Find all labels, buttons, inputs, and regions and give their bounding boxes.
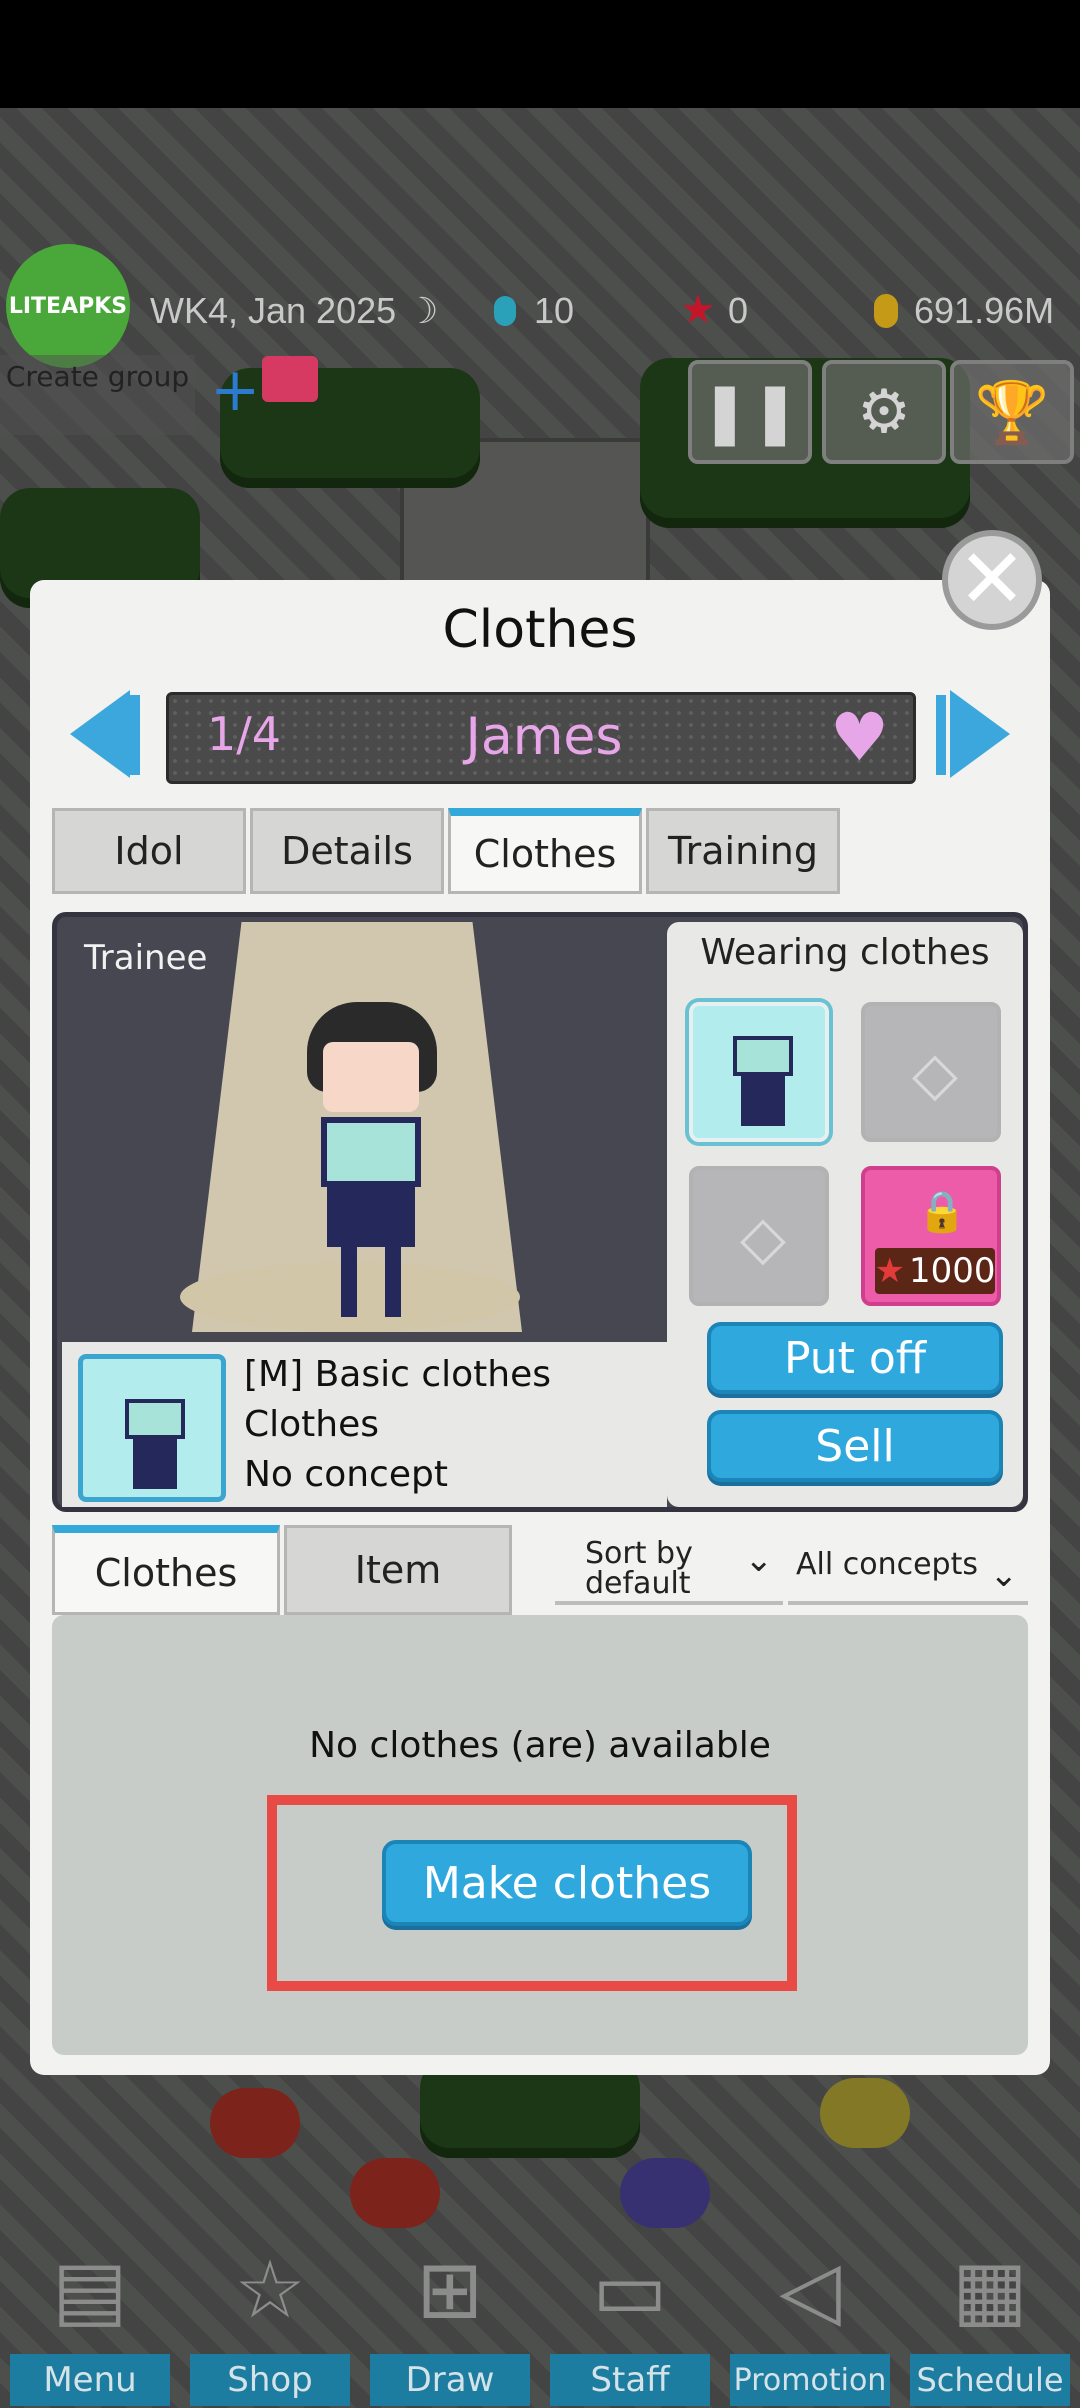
star-icon: ★ [874,1251,905,1291]
coin-icon [874,294,898,328]
locked-slot[interactable]: 🔒 ★ 1000 [861,1166,1001,1306]
clothes-slot-1[interactable] [689,1002,829,1142]
nav-label: Staff [550,2354,710,2406]
diamond-icon: ◇ [911,1039,959,1109]
calendar-icon: ▦ [952,2243,1028,2336]
nav-draw[interactable]: ⊞ Draw [360,2230,540,2408]
previous-idol-bar [130,695,140,775]
chevron-down-icon: ⌄ [744,1540,774,1580]
wearing-clothes-panel: Wearing clothes ◇ ◇ 🔒 ★ 1000 Put off Sell [667,922,1023,1507]
gem-count: 10 [534,290,575,331]
trophy-icon[interactable]: 🏆 [950,360,1074,464]
nav-shop[interactable]: ☆ Shop [180,2230,360,2408]
tab-training[interactable]: Training [646,808,840,894]
outfit-icon [125,1379,185,1489]
heart-icon: ♥ [829,699,889,776]
id-card-icon: ▭ [592,2243,668,2336]
tab-details[interactable]: Details [250,808,444,894]
clothes-slot-3[interactable]: ◇ [689,1166,829,1306]
item-info: [M] Basic clothes Clothes No concept [62,1342,667,1507]
nav-label: Schedule [910,2354,1070,2406]
clothes-slot-2[interactable]: ◇ [861,1002,1001,1142]
next-idol-icon[interactable] [950,690,1010,778]
item-thumbnail [78,1354,226,1502]
megaphone-icon: ◁ [779,2243,841,2336]
money-count: 691.96M [914,290,1055,331]
gem-icon [494,296,516,326]
tab-inventory-clothes[interactable]: Clothes [52,1525,280,1615]
watermark-logo: LITEAPKS [6,244,130,368]
clothes-dialog: Clothes 1/4 James ♥ Idol Details Clothes… [30,580,1050,2075]
gift-icon: ⊞ [416,2243,484,2336]
menu-icon: ▤ [52,2243,128,2336]
previous-idol-icon[interactable] [70,690,130,778]
star-icon: ★ [680,287,716,333]
pause-icon[interactable]: ❚❚ [688,360,812,464]
clothes-list: No clothes (are) available Make clothes [52,1615,1028,2055]
nav-schedule[interactable]: ▦ Schedule [900,2230,1080,2408]
sort-dropdown[interactable]: Sort by default ⌄ [555,1535,783,1605]
game-date: WK4, Jan 2025 ☽ [150,290,439,331]
dialog-title: Clothes [442,600,638,660]
idol-name-bar: 1/4 James ♥ [166,692,916,784]
moon-icon: ☽ [406,290,439,331]
tab-clothes[interactable]: Clothes [448,808,642,894]
item-type: Clothes [244,1404,379,1445]
nav-promotion[interactable]: ◁ Promotion [720,2230,900,2408]
idol-name: James [465,707,623,767]
star-icon: ☆ [234,2243,306,2336]
item-concept: No concept [244,1454,448,1495]
next-idol-bar [936,695,946,775]
rank-label: Trainee [84,938,208,978]
put-off-button[interactable]: Put off [707,1322,1003,1394]
nav-label: Shop [190,2354,350,2406]
nav-label: Promotion [730,2354,890,2406]
outfit-icon [733,1016,793,1126]
settings-icon[interactable]: ⚙ [822,360,946,464]
nav-label: Menu [10,2354,170,2406]
bottom-nav: ▤ Menu ☆ Shop ⊞ Draw ▭ Staff ◁ Promotion… [0,2230,1080,2408]
diamond-icon: ◇ [739,1203,787,1273]
empty-message: No clothes (are) available [309,1725,771,1766]
dialog-tabs: Idol Details Clothes Training [52,808,844,894]
nav-menu[interactable]: ▤ Menu [0,2230,180,2408]
close-icon[interactable]: ✕ [942,530,1042,630]
concept-dropdown[interactable]: All concepts ⌄ [788,1535,1028,1605]
add-group-icon[interactable]: + [210,360,260,420]
chevron-down-icon: ⌄ [989,1555,1019,1595]
character-sprite [297,1002,437,1322]
character-panel: Trainee Wearing clothes ◇ ◇ 🔒 ★ 1000 Put… [52,912,1028,1512]
nav-label: Draw [370,2354,530,2406]
item-name: [M] Basic clothes [244,1354,552,1395]
create-group-button[interactable]: Create group [0,355,195,435]
inventory-tabs: Clothes Item [52,1525,516,1615]
unlock-price: ★ 1000 [874,1248,996,1294]
tab-idol[interactable]: Idol [52,808,246,894]
wearing-clothes-title: Wearing clothes [700,932,990,973]
lock-icon: 🔒 [917,1189,967,1235]
star-count: 0 [728,290,749,331]
character-stage: Trainee [62,922,662,1342]
sell-button[interactable]: Sell [707,1410,1003,1482]
pin-icon[interactable] [262,356,318,402]
make-clothes-button[interactable]: Make clothes [382,1840,752,1926]
tab-inventory-item[interactable]: Item [284,1525,512,1615]
nav-staff[interactable]: ▭ Staff [540,2230,720,2408]
